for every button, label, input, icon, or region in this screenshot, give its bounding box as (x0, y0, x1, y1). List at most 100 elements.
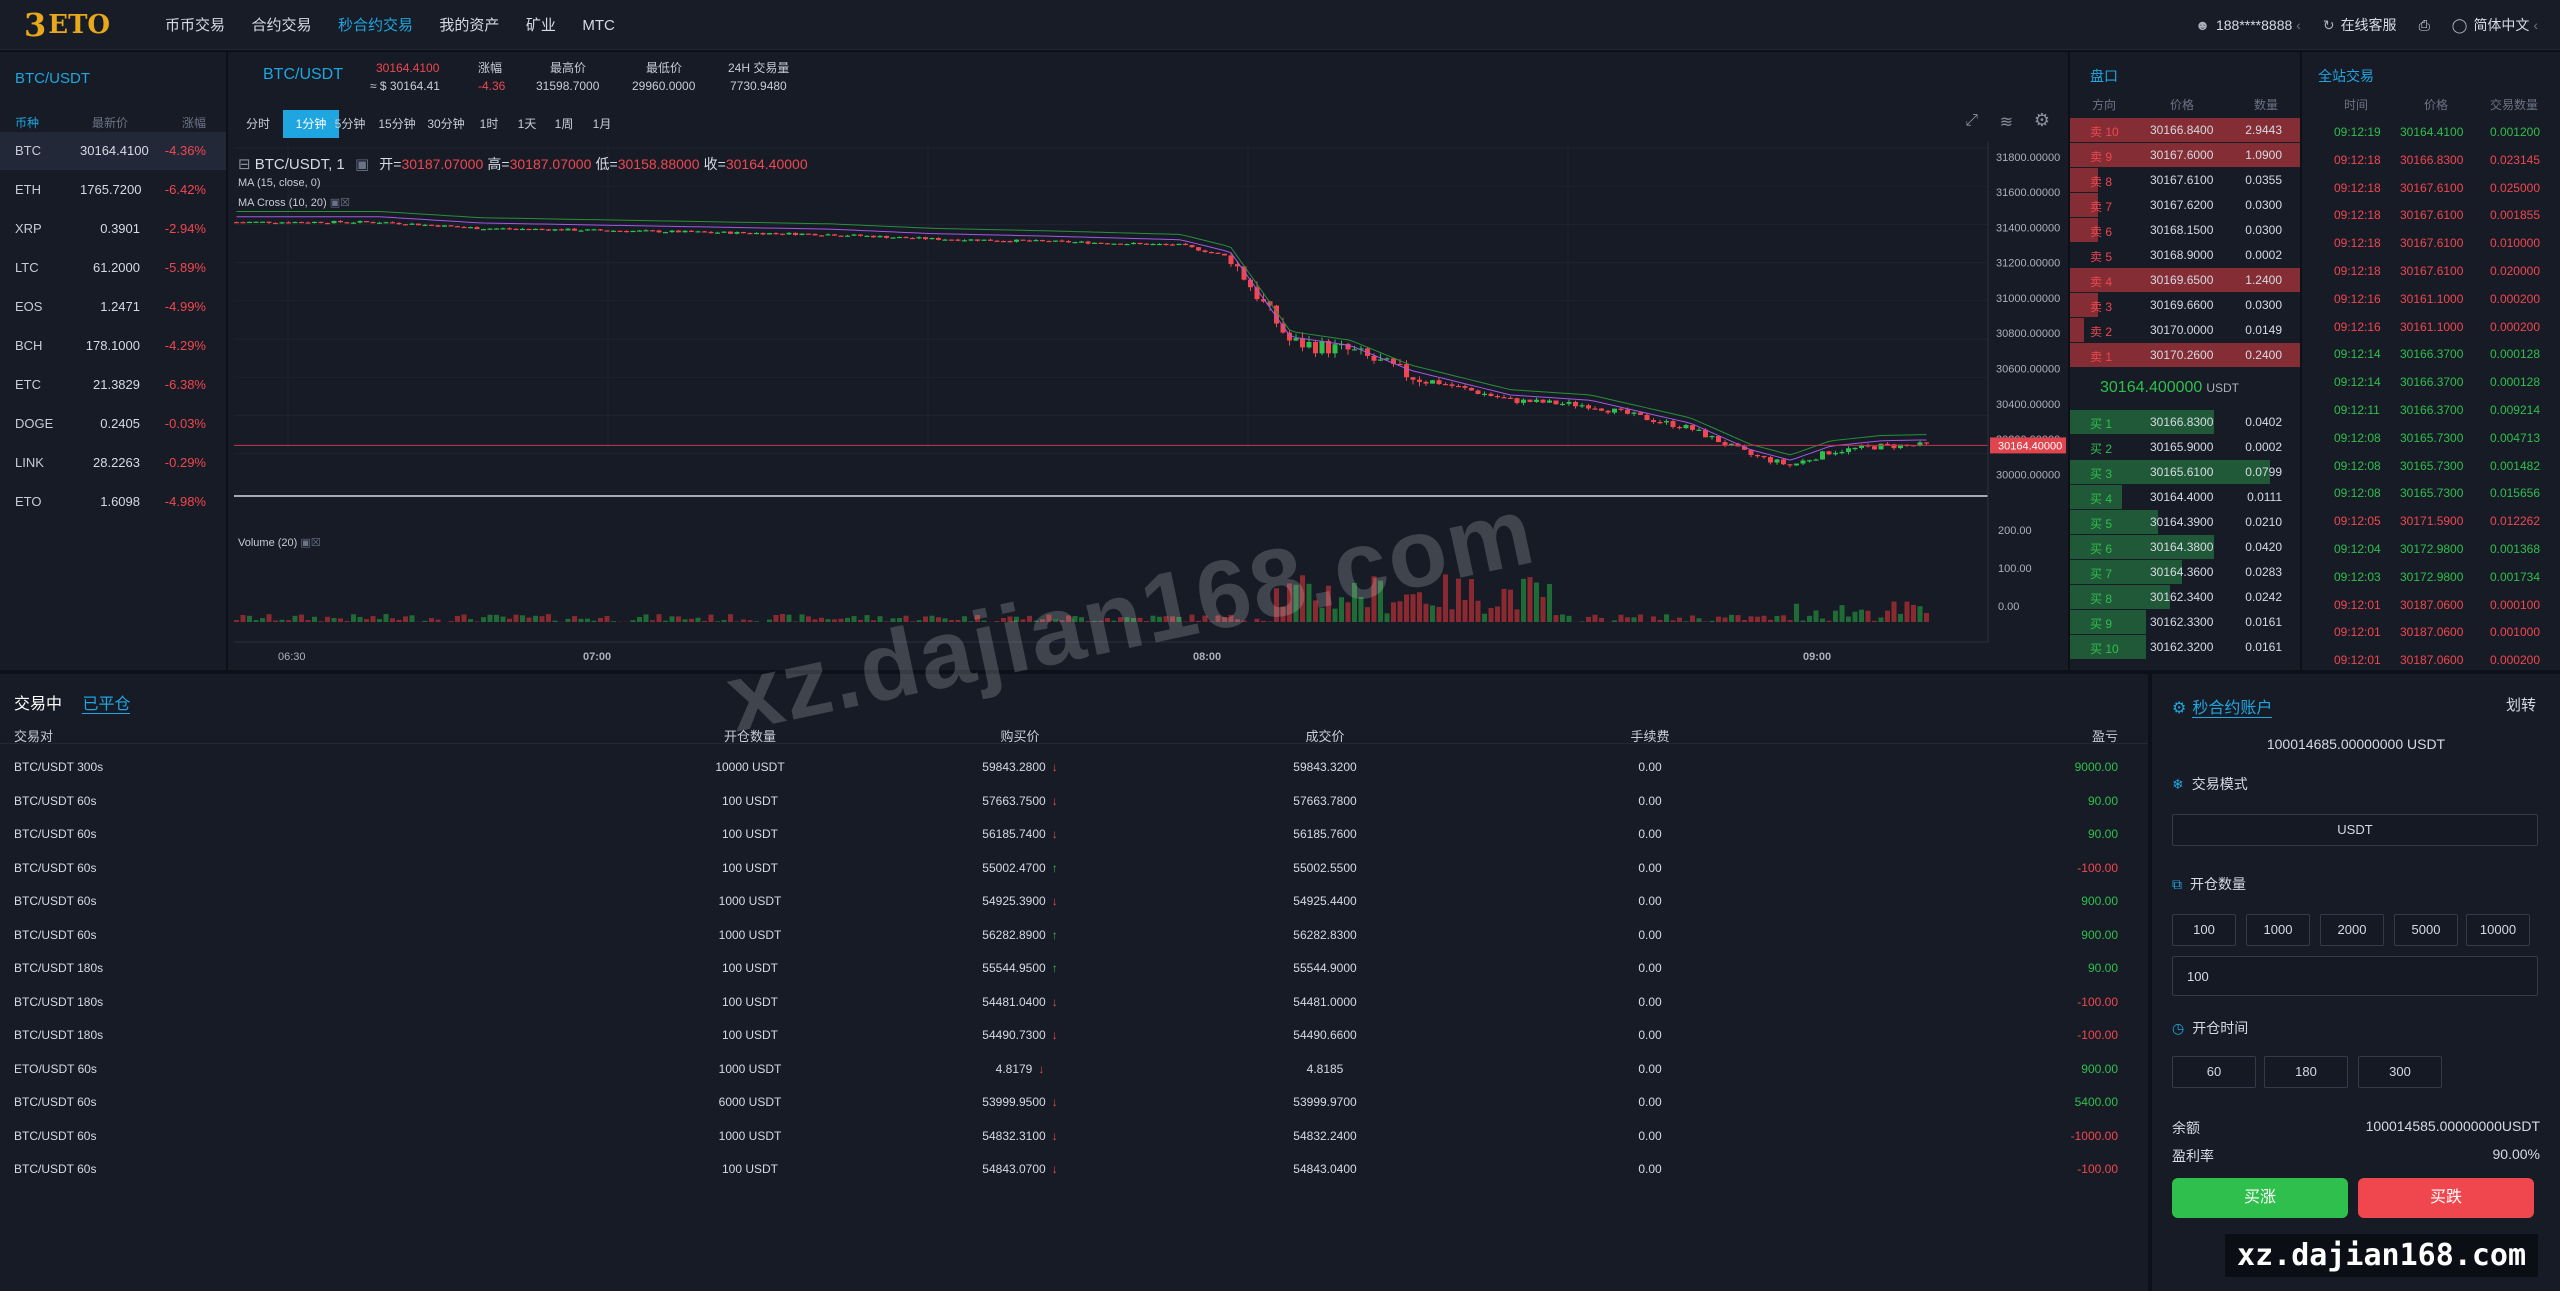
coin-row[interactable]: XRP 0.3901 -2.94% (0, 210, 226, 248)
ask-row[interactable]: 卖 1 30170.2600 0.2400 (2070, 343, 2300, 367)
coin-row[interactable]: LTC 61.2000 -5.89% (0, 249, 226, 287)
qty-option[interactable]: 1000 (2246, 914, 2310, 946)
coin-row[interactable]: DOGE 0.2405 -0.03% (0, 405, 226, 443)
timeframe-tab[interactable]: 15分钟 (373, 110, 421, 138)
mode-select[interactable]: USDT (2172, 814, 2538, 846)
volume-bar (1826, 620, 1832, 622)
timeframe-tab[interactable]: 分时 (240, 110, 276, 138)
ask-row[interactable]: 卖 6 30168.1500 0.0300 (2070, 218, 2300, 242)
logo[interactable]: 3 ETO (24, 6, 154, 44)
nav-item-contract[interactable]: 合约交易 (251, 14, 311, 35)
timeframe-tab[interactable]: 30分钟 (422, 110, 470, 138)
candle-body (1131, 242, 1136, 245)
bid-row[interactable]: 买 10 30162.3200 0.0161 (2070, 635, 2300, 659)
ask-row[interactable]: 卖 8 30167.6100 0.0355 (2070, 168, 2300, 192)
ob-price: 30167.6200 (2150, 198, 2214, 212)
coin-row[interactable]: EOS 1.2471 -4.99% (0, 288, 226, 326)
trade-time: 09:12:01 (2334, 653, 2381, 668)
transfer-button[interactable]: 划转 (2506, 694, 2536, 715)
pos-pair: BTC/USDT 60s (14, 860, 97, 875)
candle-body (513, 228, 519, 231)
bid-row[interactable]: 买 2 30165.9000 0.0002 (2070, 435, 2300, 459)
qty-option[interactable]: 2000 (2320, 914, 2384, 946)
candle-body (656, 230, 662, 233)
candle-body (806, 233, 811, 235)
qty-input[interactable]: 100 (2172, 956, 2538, 996)
language-select[interactable]: ◯ 简体中文 ‹ (2452, 15, 2538, 35)
candle-body (1670, 421, 1676, 428)
indicator-icon[interactable]: ≋ (2000, 112, 2013, 132)
timeframe-tab[interactable]: 1周 (548, 110, 580, 138)
nav-item-second-contract[interactable]: 秒合约交易 (338, 14, 413, 35)
bid-row[interactable]: 买 4 30164.4000 0.0111 (2070, 485, 2300, 509)
candle-body (1352, 349, 1357, 351)
coin-row[interactable]: ETO 1.6098 -4.98% (0, 483, 226, 521)
qty-option[interactable]: 5000 (2394, 914, 2458, 946)
bid-row[interactable]: 买 9 30162.3300 0.0161 (2070, 610, 2300, 634)
pos-buy-price: 57663.7500 ↓ (950, 794, 1090, 808)
volume-bar (1651, 616, 1656, 622)
settings-gear-icon[interactable]: ⚙ (2034, 110, 2050, 131)
bid-row[interactable]: 买 5 30164.3900 0.0210 (2070, 510, 2300, 534)
volume-bar (364, 619, 369, 622)
pos-buy-value: 4.8179 (995, 1061, 1033, 1076)
support-link[interactable]: ↻ 在线客服 (2323, 15, 2397, 35)
bid-row[interactable]: 买 6 30164.3800 0.0420 (2070, 535, 2300, 559)
legend-close: 30164.40000 (725, 156, 808, 172)
qty-option[interactable]: 10000 (2466, 914, 2530, 946)
coin-row[interactable]: ETC 21.3829 -6.38% (0, 366, 226, 404)
ask-row[interactable]: 卖 2 30170.0000 0.0149 (2070, 318, 2300, 342)
pos-deal-price: 59843.3200 (1293, 760, 1357, 774)
candle-body (1196, 247, 1201, 251)
bid-row[interactable]: 买 1 30166.8300 0.0402 (2070, 410, 2300, 434)
order-book-title: 盘口 (2090, 68, 2118, 84)
nav-item-mining[interactable]: 矿业 (526, 14, 556, 35)
ob-qty: 0.0355 (2245, 173, 2282, 187)
coin-price: 1.2471 (100, 299, 140, 314)
timeframe-tab[interactable]: 1月 (586, 110, 618, 138)
trade-time: 09:12:08 (2334, 458, 2381, 473)
candle-body (819, 235, 824, 237)
candle-body (1768, 457, 1773, 463)
time-option[interactable]: 60 (2172, 1056, 2256, 1088)
timeframe-tab[interactable]: 1时 (473, 110, 505, 138)
ask-row[interactable]: 卖 9 30167.6000 1.0900 (2070, 143, 2300, 167)
nav-item-spot[interactable]: 币币交易 (165, 14, 225, 35)
volume-bar (741, 619, 746, 622)
fullscreen-icon[interactable]: ⤢ (1965, 112, 1978, 130)
volume-bar (1449, 609, 1455, 622)
ask-row[interactable]: 卖 4 30169.6500 1.2400 (2070, 268, 2300, 292)
tab-open-positions[interactable]: 交易中 (14, 696, 62, 713)
bid-row[interactable]: 买 7 30164.3600 0.0283 (2070, 560, 2300, 584)
legend-toggle-icon[interactable]: ▣ (355, 156, 369, 173)
bid-row[interactable]: 买 8 30162.3400 0.0242 (2070, 585, 2300, 609)
ask-row[interactable]: 卖 5 30168.9000 0.0002 (2070, 243, 2300, 267)
user-menu[interactable]: ☻ 188****8888 ‹ (2195, 17, 2301, 33)
time-option[interactable]: 300 (2358, 1056, 2442, 1088)
timeframe-tab[interactable]: 1天 (511, 110, 543, 138)
nav-item-mtc[interactable]: MTC (582, 17, 615, 34)
buy-down-button[interactable]: 买跌 (2358, 1178, 2534, 1218)
bid-row[interactable]: 买 3 30165.6100 0.0799 (2070, 460, 2300, 484)
volume-settings-icon[interactable]: ▣☒ (300, 537, 320, 549)
ask-row[interactable]: 卖 3 30169.6600 0.0300 (2070, 293, 2300, 317)
printer-button[interactable]: ⎙ (2419, 17, 2430, 34)
buy-up-button[interactable]: 买涨 (2172, 1178, 2348, 1218)
timeframe-tab[interactable]: 5分钟 (328, 110, 372, 138)
collapse-icon[interactable]: ⊟ (238, 156, 251, 173)
volume-bar (650, 620, 655, 622)
candle-body (1560, 403, 1565, 406)
coin-row[interactable]: ETH 1765.7200 -6.42% (0, 171, 226, 209)
candle-body (1436, 380, 1442, 385)
nav-item-assets[interactable]: 我的资产 (439, 14, 499, 35)
tab-closed-positions[interactable]: 已平仓 (82, 696, 131, 714)
ask-row[interactable]: 卖 10 30166.8400 2.9443 (2070, 118, 2300, 142)
study-settings-icon[interactable]: ▣☒ (330, 197, 350, 209)
position-row: BTC/USDT 60s 6000 USDT 53999.9500 ↓ 53999.97… (0, 1091, 2148, 1125)
qty-option[interactable]: 100 (2172, 914, 2236, 946)
coin-row[interactable]: LINK 28.2263 -0.29% (0, 444, 226, 482)
coin-row[interactable]: BCH 178.1000 -4.29% (0, 327, 226, 365)
ask-row[interactable]: 卖 7 30167.6200 0.0300 (2070, 193, 2300, 217)
time-option[interactable]: 180 (2264, 1056, 2348, 1088)
coin-row[interactable]: BTC 30164.4100 -4.36% (0, 132, 226, 170)
